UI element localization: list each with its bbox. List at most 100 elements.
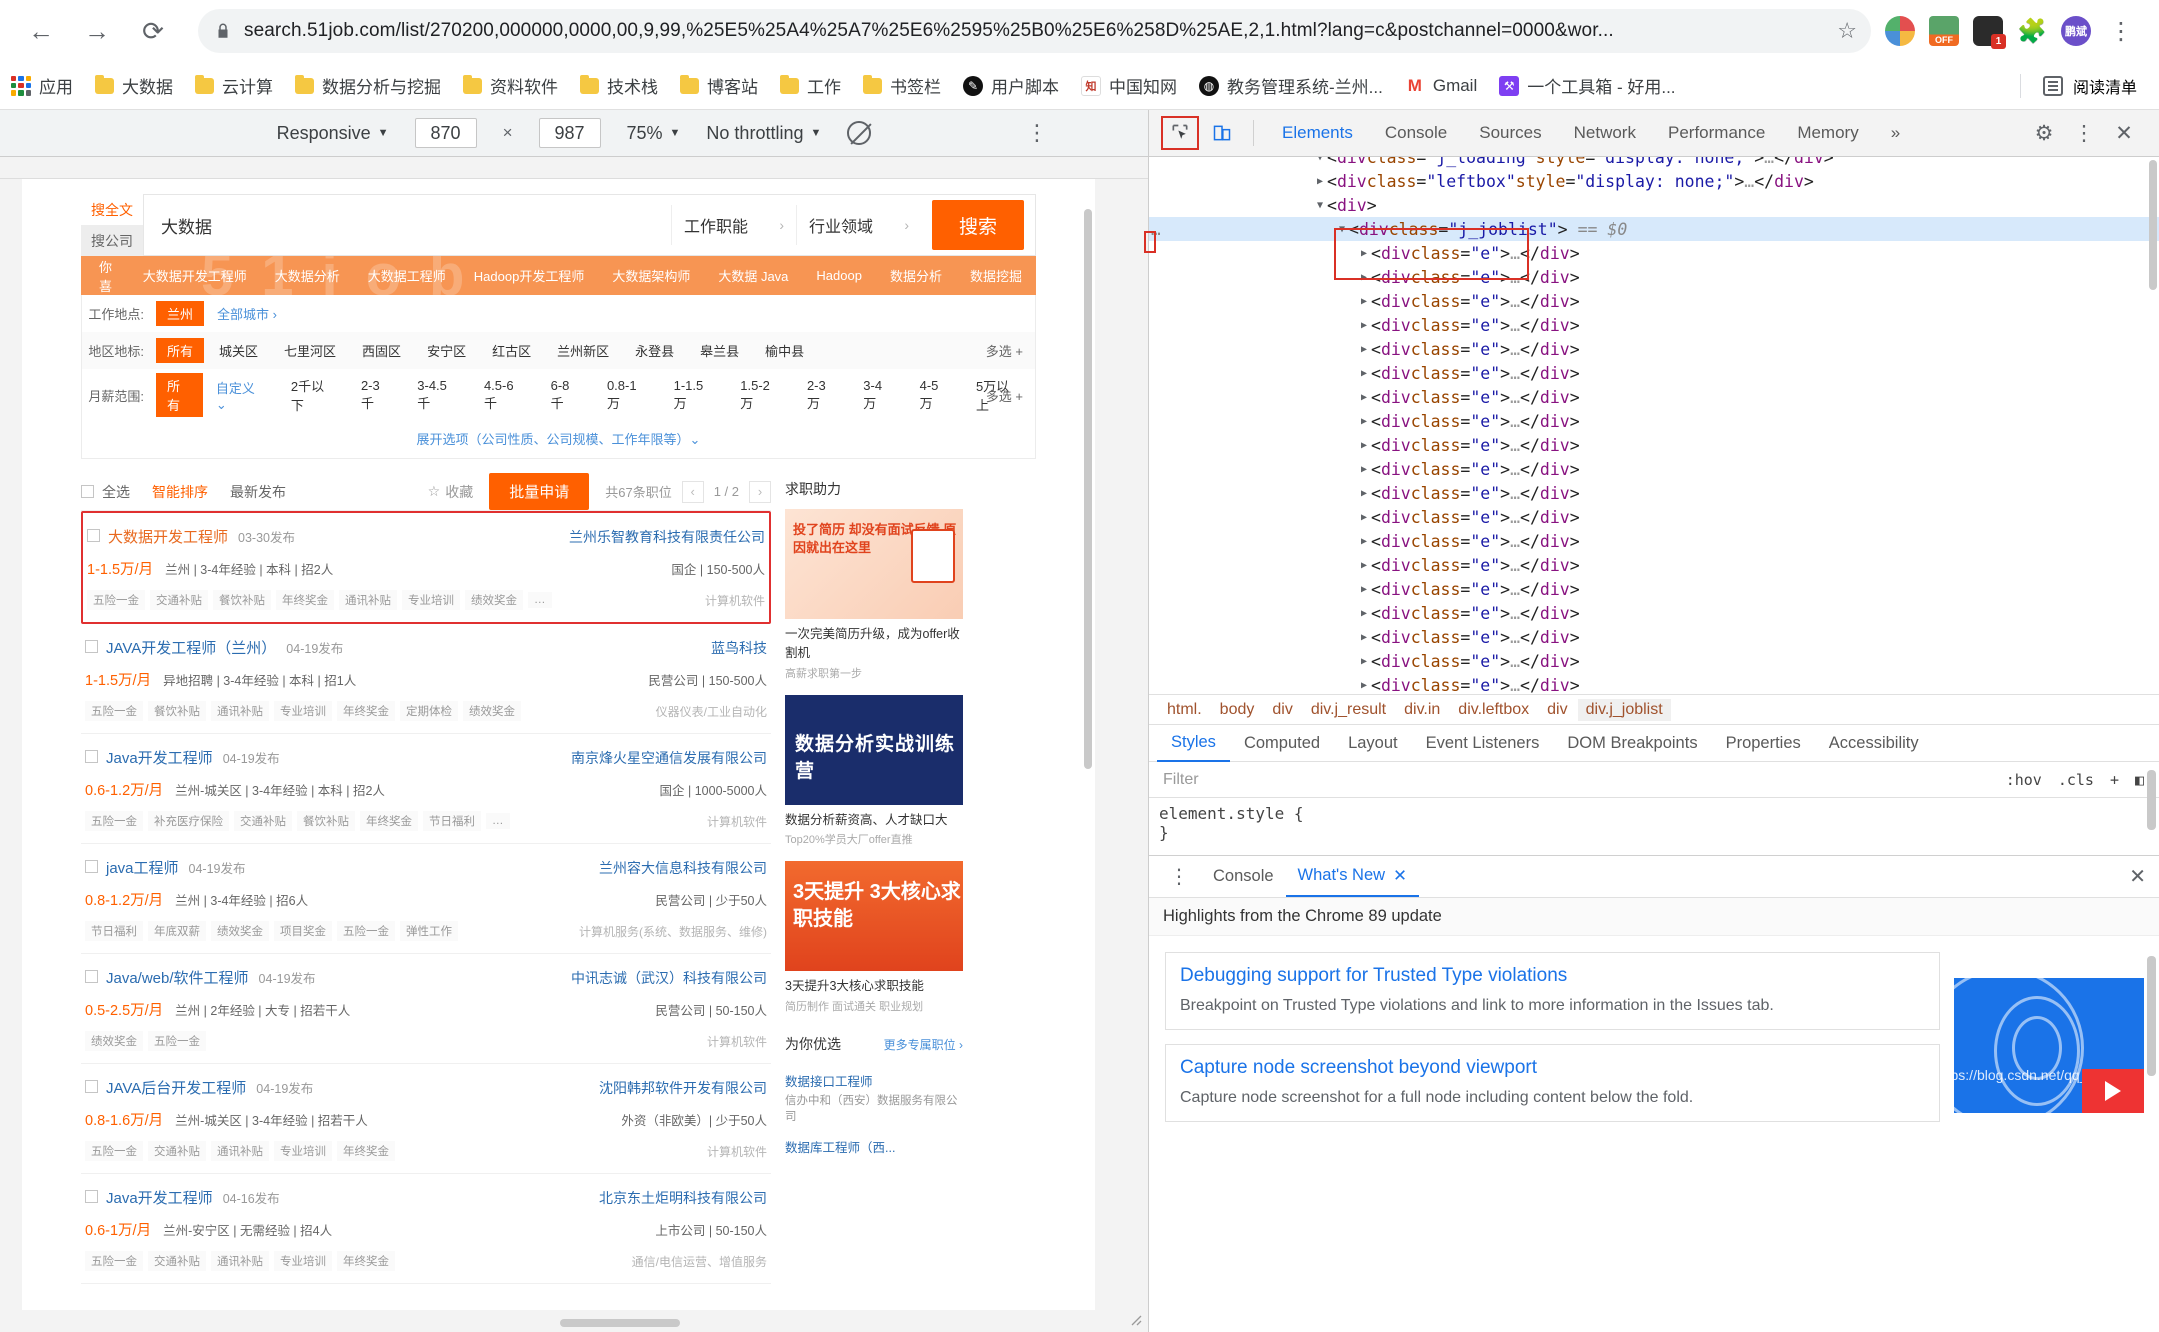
filter-chip[interactable]: 3-4万 — [852, 375, 904, 415]
job-company[interactable]: 中讯志诚（武汉）科技有限公司 — [571, 968, 767, 988]
filter-chip[interactable]: 城关区 — [208, 338, 269, 363]
breadcrumb-item-selected[interactable]: div.j_joblist — [1578, 699, 1671, 721]
bookmark-jw[interactable]: ◍教务管理系统-兰州... — [1188, 67, 1394, 105]
tab-search-company[interactable]: 搜公司 — [81, 225, 143, 256]
job-row[interactable]: JAVA开发工程师（兰州） 04-19发布 蓝鸟科技 1-1.5万/月 异地招聘… — [81, 624, 771, 734]
next-page-button[interactable]: › — [749, 481, 771, 503]
tab-computed[interactable]: Computed — [1230, 725, 1334, 762]
tab-accessibility[interactable]: Accessibility — [1815, 725, 1933, 762]
suggested-keyword[interactable]: Hadoop — [802, 268, 876, 283]
hover-state-button[interactable]: :hov — [1998, 771, 2050, 789]
bookmark-gmail[interactable]: MGmail — [1394, 67, 1488, 105]
job-function-dropdown[interactable]: 工作职能 › — [671, 205, 796, 245]
breadcrumb-item[interactable]: body — [1212, 699, 1263, 721]
viewport-width-input[interactable]: 870 — [415, 118, 477, 148]
dom-node[interactable]: ▼<div> — [1149, 193, 2159, 217]
puzzle-extensions-icon[interactable]: 🧩 — [2017, 16, 2047, 46]
prev-page-button[interactable]: ‹ — [682, 481, 704, 503]
expand-triangle-icon[interactable]: ▶ — [1357, 608, 1371, 619]
devtools-menu-icon[interactable]: ⋮ — [2067, 116, 2101, 150]
suggested-keyword[interactable]: 大数据分析 — [261, 266, 354, 285]
breadcrumb-item[interactable]: div — [1539, 699, 1575, 721]
ad-card[interactable]: 投了简历 却没有面试反馈 原因就出在这里 一次完美简历升级，成为offer收割机… — [785, 509, 963, 681]
bookmark-apps[interactable]: 应用 — [0, 67, 84, 105]
close-icon[interactable]: ✕ — [1393, 866, 1407, 886]
job-checkbox[interactable] — [87, 529, 100, 542]
bookmark-folder-2[interactable]: 云计算 — [184, 67, 284, 105]
filter-chip[interactable]: 2-3万 — [796, 375, 848, 415]
job-title[interactable]: Java开发工程师 — [106, 747, 213, 768]
bookmark-folder-6[interactable]: 博客站 — [669, 67, 769, 105]
picks-more-link[interactable]: 更多专属职位 › — [884, 1036, 963, 1053]
expand-triangle-icon[interactable]: ▶ — [1357, 392, 1371, 403]
filter-multi-select[interactable]: 多选 + — [986, 386, 1023, 405]
dom-node[interactable]: ▶<div class="e">…</div> — [1149, 457, 2159, 481]
job-title[interactable]: 大数据开发工程师 — [108, 526, 228, 547]
dom-node[interactable]: ▶<div class="e">…</div> — [1149, 241, 2159, 265]
job-checkbox[interactable] — [85, 640, 98, 653]
new-style-rule-button[interactable]: + — [2102, 771, 2127, 789]
search-input[interactable]: 大数据 — [144, 213, 671, 238]
whats-new-title[interactable]: Capture node screenshot beyond viewport — [1180, 1057, 1925, 1079]
suggested-keyword[interactable]: 大数据架构师 — [598, 266, 704, 285]
device-toolbar-more-icon[interactable]: ⋮ — [1026, 120, 1048, 146]
page-horizontal-scrollbar[interactable] — [560, 1319, 680, 1327]
dom-node[interactable]: ▶<div class="e">…</div> — [1149, 265, 2159, 289]
tab-layout[interactable]: Layout — [1334, 725, 1412, 762]
dom-node[interactable]: ▶<div class="e">…</div> — [1149, 601, 2159, 625]
gear-icon[interactable]: ⚙ — [2027, 116, 2061, 150]
expand-triangle-icon[interactable]: ▶ — [1357, 248, 1371, 259]
job-row[interactable]: Java开发工程师 04-16发布 北京东土炬明科技有限公司 0.6-1万/月 … — [81, 1174, 771, 1284]
job-title[interactable]: Java开发工程师 — [106, 1187, 213, 1208]
select-all-label[interactable]: 全选 — [102, 482, 130, 502]
job-company[interactable]: 沈阳韩邦软件开发有限公司 — [599, 1078, 767, 1098]
dom-node[interactable]: ▶<div class="e">…</div> — [1149, 289, 2159, 313]
expand-triangle-icon[interactable]: ▶ — [1357, 512, 1371, 523]
bookmark-toolbox[interactable]: ⚒一个工具箱 - 好用... — [1488, 67, 1686, 105]
suggested-keyword[interactable]: 数据挖掘 — [956, 266, 1036, 285]
bookmark-star-icon[interactable]: ☆ — [1837, 18, 1857, 44]
throttling-select[interactable]: No throttling ▼ — [706, 123, 821, 144]
tab-sources[interactable]: Sources — [1463, 110, 1557, 157]
bookmark-userscript[interactable]: ✎用户脚本 — [952, 67, 1070, 105]
job-checkbox[interactable] — [85, 1190, 98, 1203]
tab-elements[interactable]: Elements — [1266, 110, 1369, 157]
whats-new-card[interactable]: Capture node screenshot beyond viewport … — [1165, 1044, 1940, 1122]
tab-performance[interactable]: Performance — [1652, 110, 1781, 157]
tab-console[interactable]: Console — [1369, 110, 1463, 157]
tab-network[interactable]: Network — [1558, 110, 1652, 157]
class-toggle-button[interactable]: .cls — [2050, 771, 2102, 789]
suggested-keyword[interactable]: 大数据开发工程师 — [129, 266, 261, 285]
zoom-select[interactable]: 75% ▼ — [627, 123, 681, 144]
industry-dropdown[interactable]: 行业领域 › — [796, 205, 921, 245]
element-style-rule[interactable]: element.style { } — [1149, 798, 2159, 854]
breadcrumb-item[interactable]: div.leftbox — [1450, 699, 1537, 721]
dom-node[interactable]: ▶<div class="e">…</div> — [1149, 649, 2159, 673]
palette-extension-icon[interactable] — [1885, 16, 1915, 46]
tab-memory[interactable]: Memory — [1781, 110, 1874, 157]
dom-node[interactable]: ▶<div class="e">…</div> — [1149, 433, 2159, 457]
expand-filters-link[interactable]: 展开选项（公司性质、公司规模、工作年限等）⌄ — [82, 421, 1035, 458]
expand-triangle-icon[interactable]: ▶ — [1357, 680, 1371, 691]
inspect-element-icon[interactable] — [1161, 116, 1199, 150]
rail-job-title[interactable]: 数据接口工程师 — [785, 1064, 963, 1092]
drawer-close-icon[interactable]: ✕ — [2115, 864, 2159, 889]
expand-triangle-icon[interactable]: ▶ — [1357, 464, 1371, 475]
dom-node[interactable]: ▼<div class="j_loading" style="display: … — [1149, 157, 2159, 169]
expand-triangle-icon[interactable]: ▶ — [1357, 272, 1371, 283]
breadcrumb-item[interactable]: div.j_result — [1303, 699, 1394, 721]
sort-newest[interactable]: 最新发布 — [230, 482, 286, 502]
whats-new-video-thumbnail[interactable]: https://blog.csdn.net/qq_4363670 — [1954, 978, 2144, 1113]
expand-triangle-icon[interactable]: ▶ — [1357, 632, 1371, 643]
bookmark-folder-1[interactable]: 大数据 — [84, 67, 184, 105]
close-icon[interactable]: ✕ — [2107, 116, 2141, 150]
filter-chip[interactable]: 永登县 — [624, 338, 685, 363]
favorite-button[interactable]: ☆ 收藏 — [428, 482, 474, 502]
expand-triangle-icon[interactable]: ▶ — [1357, 656, 1371, 667]
reading-list-button[interactable]: 阅读清单 — [2020, 74, 2159, 98]
filter-chip[interactable]: 所有 — [156, 373, 203, 417]
styles-filter-input[interactable]: Filter — [1157, 771, 1998, 789]
filter-chip-lanzhou[interactable]: 兰州 — [156, 301, 204, 326]
page-vertical-scrollbar[interactable] — [1084, 209, 1092, 769]
collapse-triangle-icon[interactable]: ▼ — [1335, 224, 1349, 235]
